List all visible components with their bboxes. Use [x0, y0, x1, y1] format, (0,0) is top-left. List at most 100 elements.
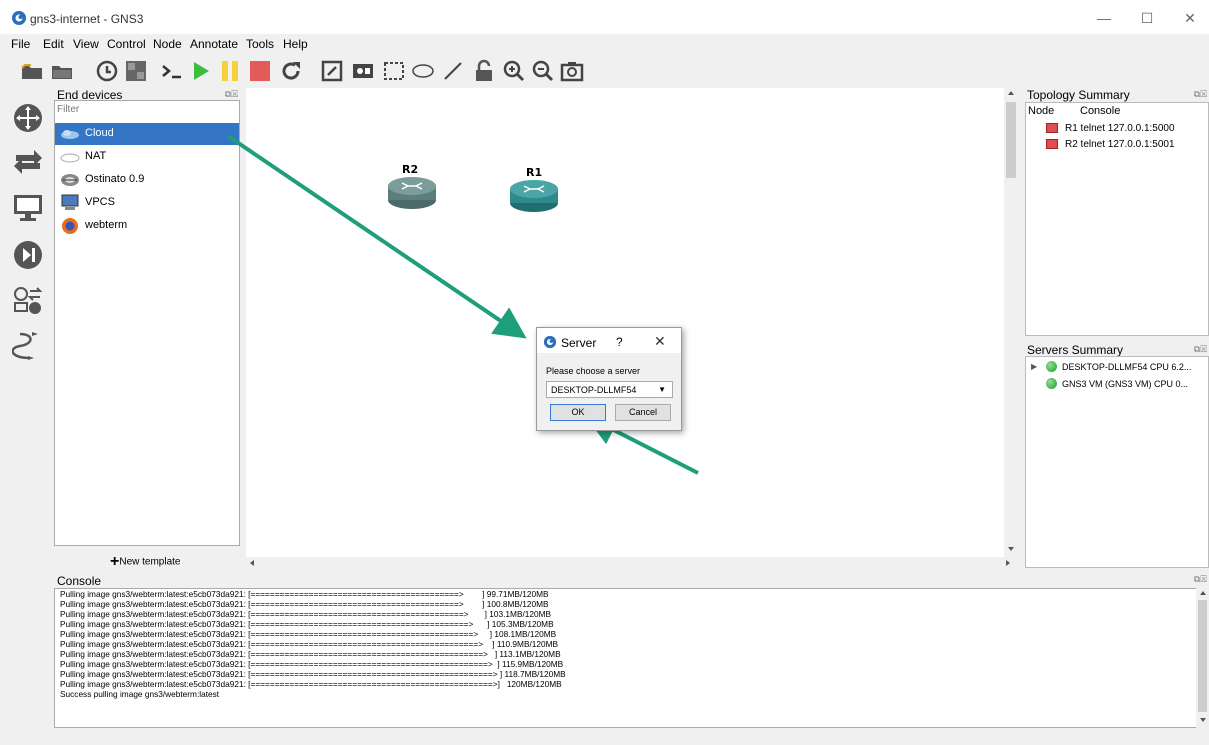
log-line: Pulling image gns3/webterm:latest:e5cb07… [60, 599, 549, 609]
panel-float-close-icon[interactable]: ⧉☒ [1194, 574, 1207, 585]
log-line: Pulling image gns3/webterm:latest:e5cb07… [60, 659, 564, 669]
server-select[interactable]: DESKTOP-DLLMF54 ▼ [546, 381, 673, 398]
menu-bar: File Edit View Control Node Annotate Too… [0, 35, 1209, 53]
canvas-horizontal-scrollbar[interactable] [246, 557, 1018, 569]
minimize-button[interactable]: — [1094, 8, 1114, 28]
screenshot-icon[interactable] [560, 59, 584, 83]
panel-float-close-icon[interactable]: ⧉☒ [225, 89, 238, 100]
switches-icon[interactable] [12, 147, 44, 179]
console-scrollbar[interactable] [1196, 588, 1209, 728]
vpcs-icon [61, 194, 79, 210]
draw-rectangle-icon[interactable] [382, 59, 406, 83]
log-line: Pulling image gns3/webterm:latest:e5cb07… [60, 639, 559, 649]
scroll-right-icon[interactable] [1003, 558, 1013, 568]
cloud-icon [61, 130, 79, 139]
server-label: DESKTOP-DLLMF54 CPU 6.2... [1062, 362, 1192, 372]
draw-line-icon[interactable] [441, 59, 465, 83]
scrollbar-thumb[interactable] [1198, 600, 1207, 712]
menu-edit[interactable]: Edit [43, 37, 64, 51]
end-devices-icon[interactable] [12, 192, 44, 224]
row-text: R1 telnet 127.0.0.1:5000 [1065, 123, 1175, 134]
ostinato-icon [61, 174, 79, 186]
console-all-icon[interactable] [160, 59, 184, 83]
panel-title: Console [57, 574, 102, 588]
scroll-up-icon[interactable] [1006, 88, 1016, 98]
insert-picture-icon[interactable] [351, 59, 375, 83]
list-item-nat[interactable]: NAT [55, 146, 239, 168]
gns3-logo-icon [543, 335, 557, 349]
column-header-node: Node [1028, 105, 1055, 117]
zoom-in-icon[interactable] [502, 59, 526, 83]
router-status-icon [1046, 139, 1058, 149]
menu-annotate[interactable]: Annotate [190, 37, 238, 51]
topology-table: Node Console R1 telnet 127.0.0.1:5000 R2… [1025, 102, 1209, 336]
menu-tools[interactable]: Tools [246, 37, 274, 51]
scroll-down-icon[interactable] [1006, 544, 1016, 554]
device-type-dock [8, 88, 48, 388]
add-note-icon[interactable] [320, 59, 344, 83]
show-interface-labels-icon[interactable] [124, 59, 148, 83]
menu-help[interactable]: Help [283, 37, 308, 51]
snapshot-clock-icon[interactable] [95, 59, 119, 83]
log-line: Pulling image gns3/webterm:latest:e5cb07… [60, 669, 566, 679]
lock-icon[interactable] [472, 59, 496, 83]
router-r2[interactable]: R2 [386, 163, 438, 213]
firefox-icon [62, 218, 78, 234]
menu-view[interactable]: View [73, 37, 99, 51]
chevron-down-icon: ▼ [658, 385, 666, 394]
scroll-down-icon[interactable] [1198, 715, 1208, 725]
list-item-cloud[interactable]: Cloud [55, 123, 239, 145]
toolbar [0, 56, 1209, 86]
router-r1[interactable]: R1 [508, 166, 560, 216]
start-all-icon[interactable] [189, 59, 213, 83]
column-header-console: Console [1080, 105, 1121, 117]
open-folder-icon[interactable] [20, 59, 44, 83]
menu-node[interactable]: Node [153, 37, 182, 51]
topology-canvas[interactable] [246, 88, 1018, 558]
reload-all-icon[interactable] [279, 59, 303, 83]
list-item-label: webterm [85, 219, 128, 231]
zoom-out-icon[interactable] [531, 59, 555, 83]
add-link-icon[interactable] [12, 330, 44, 362]
new-template-button[interactable]: +New template [110, 553, 180, 571]
menu-file[interactable]: File [11, 37, 30, 51]
draw-ellipse-icon[interactable] [411, 59, 435, 83]
cancel-button[interactable]: Cancel [615, 404, 671, 421]
routers-icon[interactable] [12, 102, 44, 134]
folder-icon[interactable] [50, 59, 74, 83]
server-select-value: DESKTOP-DLLMF54 [551, 385, 637, 395]
scroll-up-icon[interactable] [1198, 588, 1208, 598]
list-item-vpcs[interactable]: VPCS [55, 192, 239, 214]
help-button[interactable]: ? [616, 335, 623, 349]
maximize-button[interactable]: ☐ [1137, 8, 1157, 28]
console-output[interactable]: Pulling image gns3/webterm:latest:e5cb07… [54, 588, 1197, 728]
dialog-title: Server [561, 336, 597, 350]
close-button[interactable]: ✕ [1180, 8, 1200, 28]
stop-all-icon[interactable] [248, 59, 272, 83]
topology-summary-panel: Topology Summary ⧉☒ Node Console R1 teln… [1023, 88, 1209, 338]
router-icon [510, 180, 558, 212]
panel-float-close-icon[interactable]: ⧉☒ [1194, 344, 1207, 355]
list-item-webterm[interactable]: webterm [55, 215, 239, 237]
log-line: Pulling image gns3/webterm:latest:e5cb07… [60, 589, 549, 599]
list-item-label: NAT [85, 150, 107, 162]
filter-input[interactable] [57, 102, 237, 116]
ok-button[interactable]: OK [550, 404, 606, 421]
list-item-ostinato[interactable]: Ostinato 0.9 [55, 169, 239, 191]
security-devices-icon[interactable] [12, 239, 44, 271]
nat-icon [60, 153, 80, 163]
all-devices-icon[interactable] [12, 285, 44, 317]
log-line: Pulling image gns3/webterm:latest:e5cb07… [60, 679, 562, 689]
canvas-vertical-scrollbar[interactable] [1004, 88, 1018, 558]
expand-arrow-icon[interactable]: ▶ [1031, 362, 1037, 371]
dialog-close-button[interactable]: ✕ [654, 333, 666, 350]
status-bar [0, 728, 1209, 745]
scrollbar-thumb[interactable] [1006, 102, 1016, 178]
suspend-all-icon[interactable] [218, 59, 242, 83]
scroll-left-icon[interactable] [247, 558, 257, 568]
menu-control[interactable]: Control [107, 37, 146, 51]
router-status-icon [1046, 123, 1058, 133]
row-text: R2 telnet 127.0.0.1:5001 [1065, 139, 1175, 150]
panel-float-close-icon[interactable]: ⧉☒ [1194, 89, 1207, 100]
plus-icon: + [110, 553, 120, 570]
